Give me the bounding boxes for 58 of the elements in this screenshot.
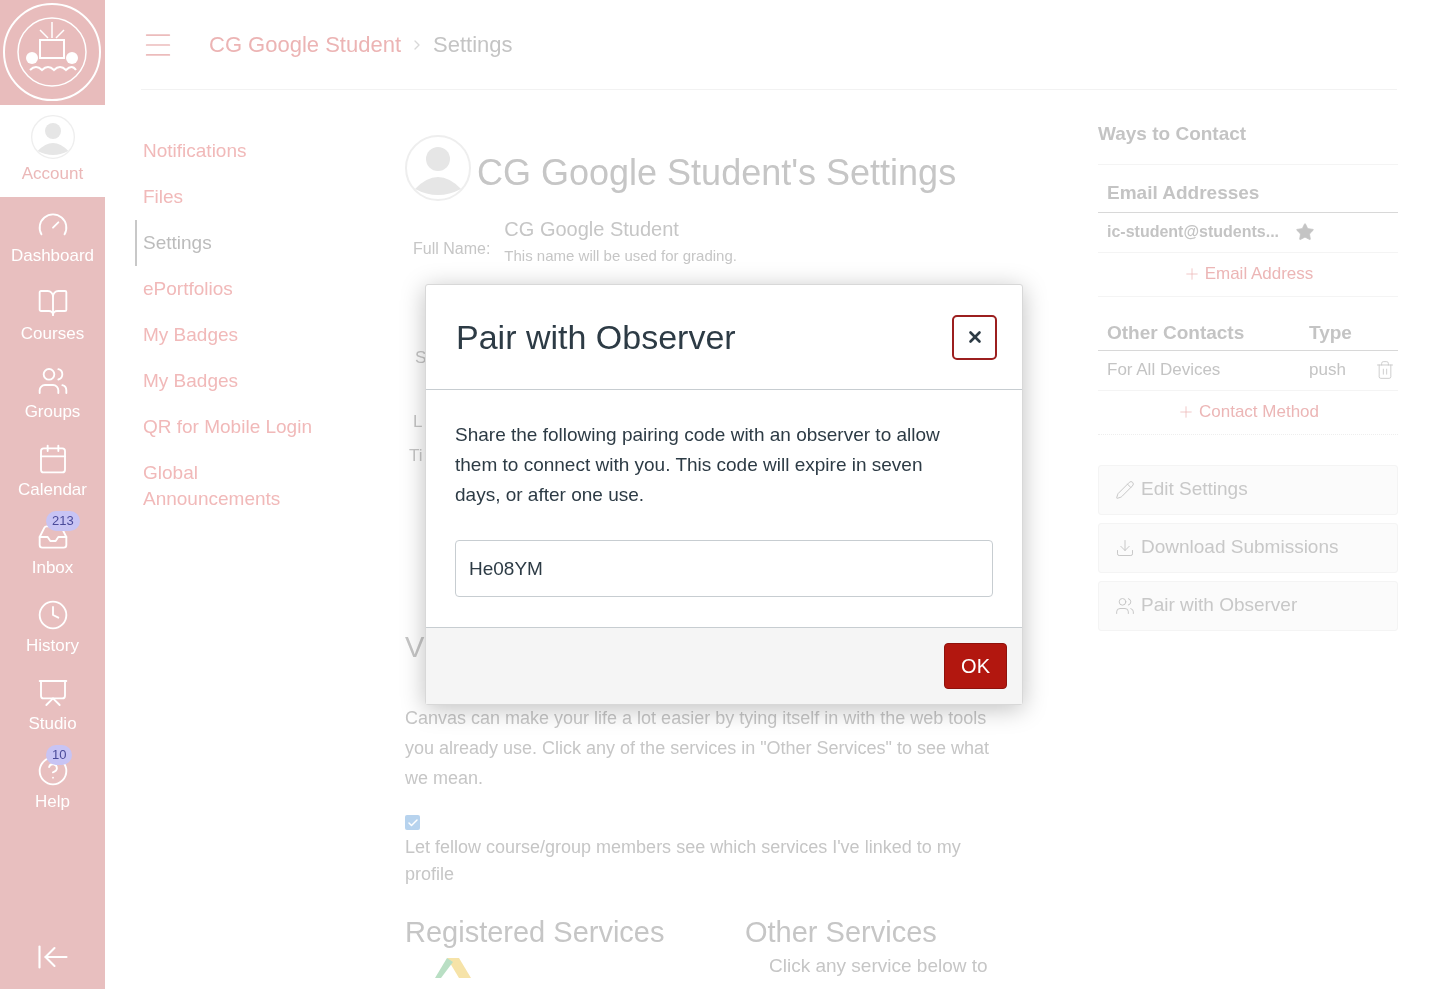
studio-icon [36, 677, 69, 709]
trash-icon[interactable] [1375, 360, 1395, 380]
download-icon [1115, 537, 1135, 558]
dialog-title: Pair with Observer [456, 316, 736, 358]
global-nav-item[interactable]: Inbox 213 [0, 509, 105, 587]
profile-avatar [405, 135, 471, 201]
global-nav-item[interactable]: Account [0, 105, 105, 197]
ok-button[interactable]: OK [944, 643, 1007, 689]
hint-text: This name will be used for grading. [504, 246, 737, 266]
avatar-icon [30, 115, 75, 159]
drive-icon [435, 958, 471, 978]
course-nav-link[interactable]: Notifications [135, 128, 325, 174]
history-icon [36, 599, 69, 631]
section-heading: Other Services [745, 915, 938, 950]
section-heading: V [405, 630, 425, 665]
course-nav-link[interactable]: Settings [135, 220, 325, 266]
global-nav-item[interactable]: History [0, 587, 105, 665]
course-nav-link[interactable]: Files [135, 174, 325, 220]
add-email-link[interactable]: Email Address [1182, 261, 1314, 287]
page-title: CG Google Student's Settings [477, 151, 957, 195]
count-badge: 10 [46, 745, 73, 765]
global-nav-item[interactable]: Dashboard [0, 197, 105, 275]
count-badge: 213 [46, 511, 80, 531]
global-nav-item[interactable]: Calendar [0, 431, 105, 509]
course-nav-link[interactable]: QR for Mobile Login [135, 404, 325, 450]
course-nav-link[interactable]: ePortfolios [135, 266, 325, 312]
plus-icon [1177, 403, 1195, 421]
full-name: CG Google Student [504, 217, 680, 242]
close-button[interactable] [952, 314, 997, 360]
pencil-icon [1115, 479, 1135, 500]
add-contact-link[interactable]: Contact Method [1177, 399, 1319, 425]
global-nav-item[interactable]: Studio [0, 665, 105, 743]
course-nav-link[interactable]: My Badges [135, 312, 325, 358]
course-nav-link[interactable]: Global Announcements [135, 450, 325, 522]
field-label: Ti [409, 445, 423, 467]
code-field[interactable]: He08YM [455, 540, 993, 597]
table-cell-text: For All Devices [1107, 359, 1222, 382]
breadcrumb-link[interactable]: CG Google Student [209, 28, 401, 61]
people-icon [1115, 595, 1135, 616]
course-nav-link[interactable]: My Badges [135, 358, 325, 404]
section-title: Ways to Contact [1098, 122, 1248, 146]
table-heading: Type [1309, 320, 1352, 345]
global-nav-item[interactable]: Groups [0, 353, 105, 431]
checkbox[interactable] [405, 815, 420, 830]
dialog-message: Share the following pairing code with an observer to allow them to connect with you. This code will expire in seven days, or after one use. [455, 423, 941, 507]
star-icon[interactable] [1295, 222, 1316, 242]
table-cell-text: push [1309, 359, 1347, 382]
hint-text: Click any service below to [769, 954, 988, 978]
checkbox-label: Let fellow course/group members see which services I've linked to my profile [405, 836, 962, 886]
table-heading: Other Contacts [1107, 320, 1246, 345]
global-nav-item[interactable]: Help 10 [0, 743, 105, 821]
field-label: Full Name: [413, 239, 491, 259]
global-nav-item[interactable]: Courses [0, 275, 105, 353]
courses-icon [36, 287, 69, 319]
email-address: ic-student@students... [1107, 222, 1280, 242]
table-heading: Email Addresses [1107, 182, 1260, 203]
groups-icon [36, 365, 69, 397]
section-heading: Registered Services [405, 915, 666, 950]
